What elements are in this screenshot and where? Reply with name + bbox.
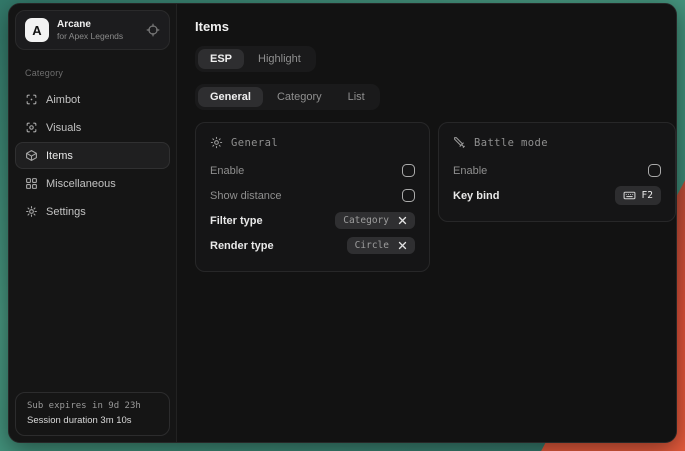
crosshair-target-icon[interactable]: [146, 23, 160, 37]
keyboard-icon: [623, 189, 636, 202]
sidebar-section-label: Category: [25, 68, 176, 78]
focus-eye-icon: [25, 121, 38, 134]
panel-title: Battle mode: [474, 137, 548, 149]
close-icon[interactable]: [398, 241, 407, 250]
close-icon[interactable]: [398, 216, 407, 225]
subscription-card: Sub expires in 9d 23h Session duration 3…: [15, 392, 170, 436]
app-logo: A: [25, 18, 49, 42]
app-name: Arcane: [57, 19, 138, 31]
sub-expires-text: Sub expires in 9d 23h: [27, 400, 158, 414]
mode-tabs: ESP Highlight: [195, 46, 316, 72]
package-icon: [25, 149, 38, 162]
tab-category[interactable]: Category: [265, 87, 334, 107]
enable-checkbox[interactable]: [402, 164, 415, 177]
sun-icon: [210, 136, 223, 149]
sidebar-item-items[interactable]: Items: [15, 142, 170, 169]
general-panel-header: General: [210, 136, 415, 149]
app-header-card: A Arcane for Apex Legends: [15, 10, 170, 50]
sword-icon: [453, 136, 466, 149]
crosshair-icon: [25, 93, 38, 106]
battle-panel-header: Battle mode: [453, 136, 661, 149]
keybind-value: F2: [642, 190, 653, 201]
setting-row-battle-enable: Enable: [453, 158, 661, 183]
sidebar-item-label: Visuals: [46, 122, 81, 134]
keybind-button[interactable]: F2: [615, 186, 661, 205]
sidebar-item-settings[interactable]: Settings: [15, 198, 170, 225]
setting-label: Show distance: [210, 190, 282, 202]
render-type-tag[interactable]: Circle: [347, 237, 415, 254]
setting-label: Enable: [453, 165, 487, 177]
session-duration-text: Session duration 3m 10s: [27, 414, 158, 428]
grid-icon: [25, 177, 38, 190]
setting-label: Filter type: [210, 215, 263, 227]
sidebar-item-label: Miscellaneous: [46, 178, 116, 190]
setting-row-filter-type: Filter type Category: [210, 208, 415, 233]
panels-row: General Enable Show distance Filter type…: [195, 122, 676, 272]
sidebar-item-visuals[interactable]: Visuals: [15, 114, 170, 141]
sidebar-item-label: Aimbot: [46, 94, 80, 106]
view-tabs: General Category List: [195, 84, 380, 110]
sidebar-nav: Aimbot Visuals Items: [9, 86, 176, 225]
tab-highlight[interactable]: Highlight: [246, 49, 313, 69]
sidebar: A Arcane for Apex Legends Category: [9, 4, 177, 442]
page-title: Items: [195, 19, 676, 34]
setting-label: Render type: [210, 240, 274, 252]
general-panel: General Enable Show distance Filter type…: [195, 122, 430, 272]
main-content: Items ESP Highlight General Category Lis…: [177, 4, 677, 442]
app-subtitle: for Apex Legends: [57, 31, 138, 41]
show-distance-checkbox[interactable]: [402, 189, 415, 202]
arcane-window: A Arcane for Apex Legends Category: [8, 3, 677, 443]
setting-label: Key bind: [453, 190, 499, 202]
setting-row-render-type: Render type Circle: [210, 233, 415, 258]
setting-row-key-bind: Key bind F2: [453, 183, 661, 208]
panel-title: General: [231, 137, 278, 149]
setting-label: Enable: [210, 165, 244, 177]
setting-row-enable: Enable: [210, 158, 415, 183]
tag-value: Category: [343, 215, 389, 226]
battle-enable-checkbox[interactable]: [648, 164, 661, 177]
filter-type-tag[interactable]: Category: [335, 212, 415, 229]
sidebar-item-label: Settings: [46, 206, 86, 218]
tab-general[interactable]: General: [198, 87, 263, 107]
app-titles: Arcane for Apex Legends: [57, 19, 138, 41]
setting-row-show-distance: Show distance: [210, 183, 415, 208]
battle-mode-panel: Battle mode Enable Key bind: [438, 122, 676, 222]
tab-list[interactable]: List: [336, 87, 377, 107]
sidebar-item-miscellaneous[interactable]: Miscellaneous: [15, 170, 170, 197]
sidebar-item-label: Items: [46, 150, 73, 162]
sidebar-item-aimbot[interactable]: Aimbot: [15, 86, 170, 113]
tag-value: Circle: [355, 240, 389, 251]
gear-icon: [25, 205, 38, 218]
tab-esp[interactable]: ESP: [198, 49, 244, 69]
